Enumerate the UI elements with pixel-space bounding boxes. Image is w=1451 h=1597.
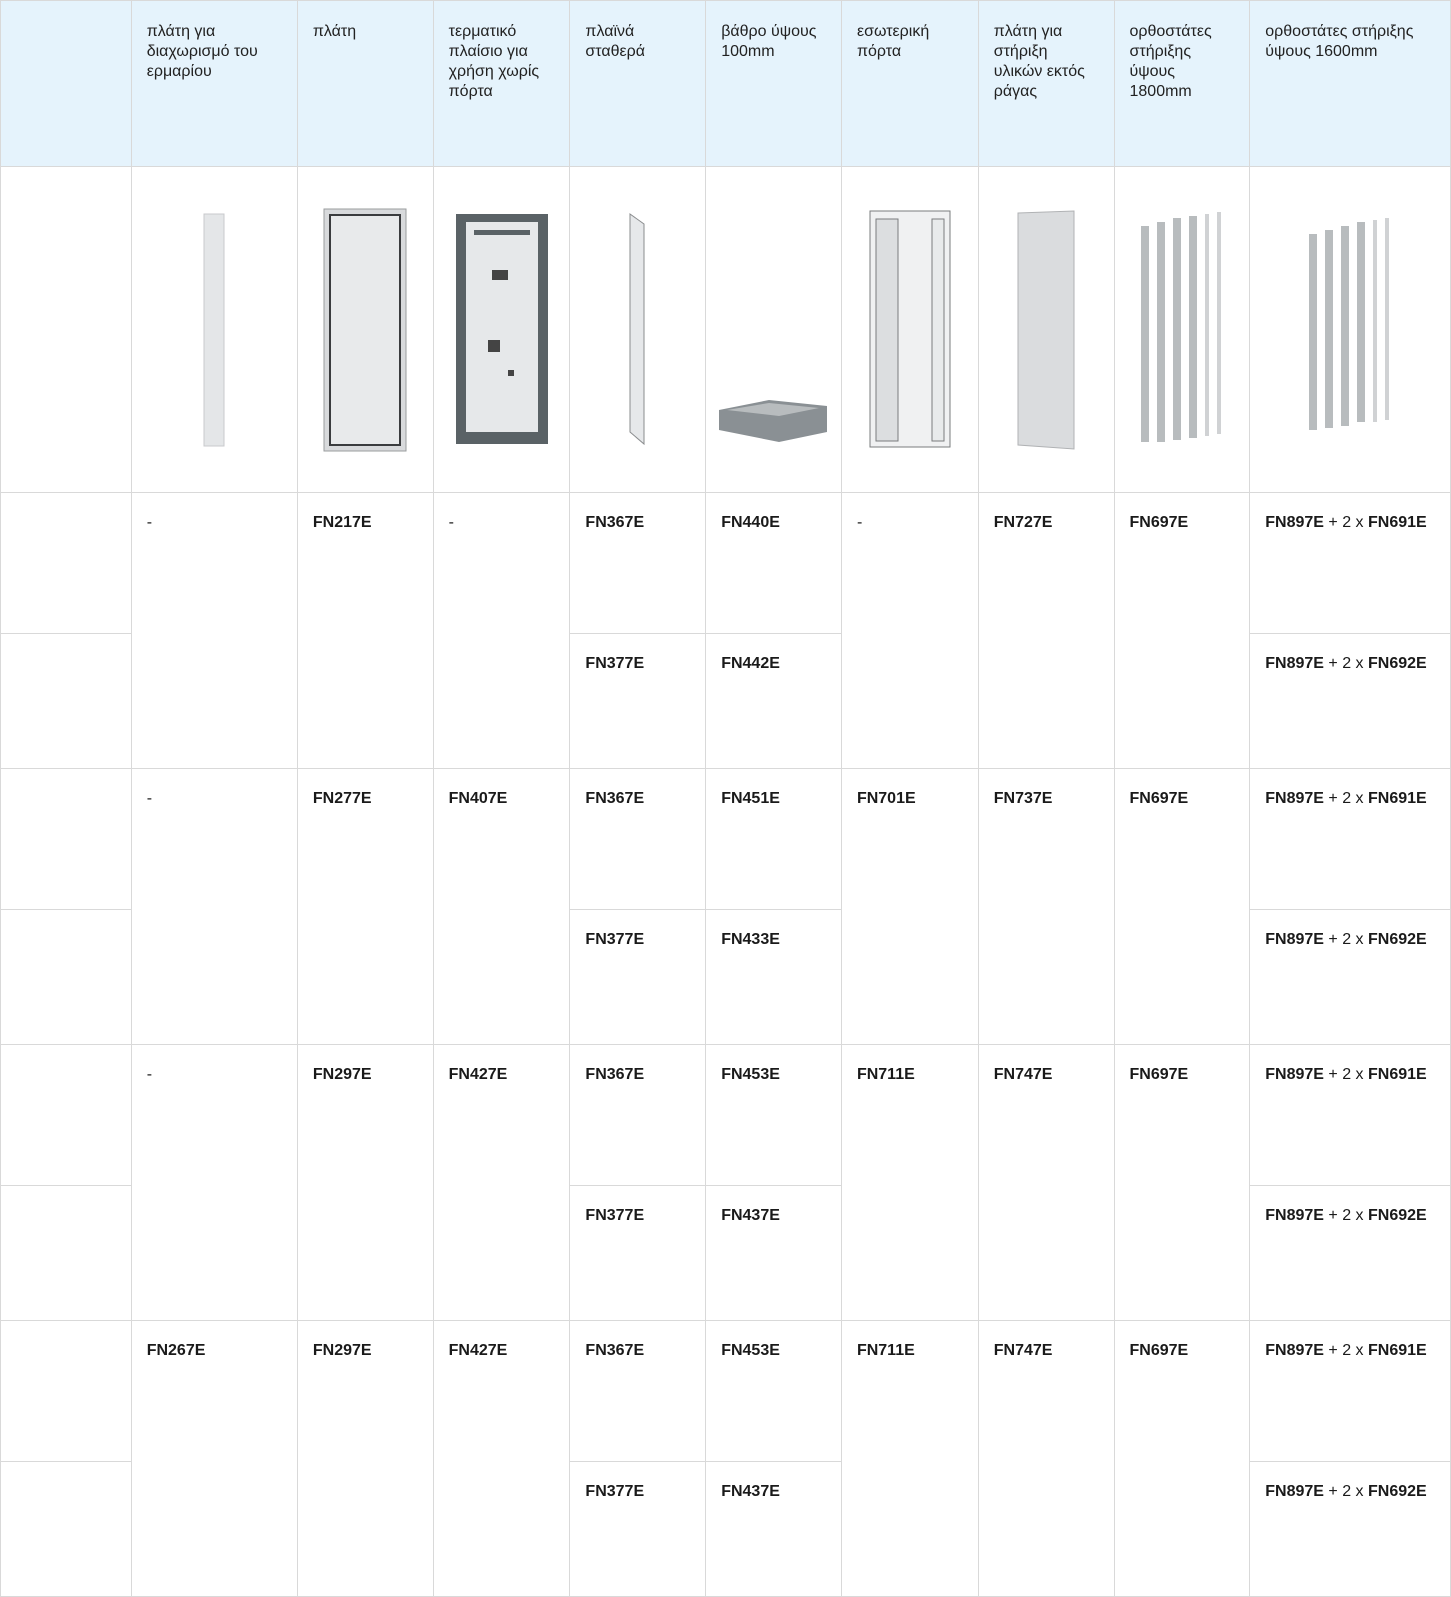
uprights-1800-image bbox=[1113, 166, 1251, 493]
upr1600-code: FN897E + 2 x FN691E bbox=[1249, 492, 1451, 634]
upr1600-code: FN897E + 2 x FN691E bbox=[1249, 1320, 1451, 1462]
base-code: FN453E bbox=[705, 1320, 842, 1462]
mounting-plate-image bbox=[977, 166, 1115, 493]
terminal-code: FN427E bbox=[432, 1044, 571, 1321]
back-code: FN297E bbox=[296, 1044, 434, 1321]
uprights-1600-image bbox=[1249, 166, 1451, 493]
terminal-code: FN407E bbox=[432, 768, 571, 1045]
row-label bbox=[0, 768, 132, 910]
row-label bbox=[0, 1461, 132, 1597]
internal-door-image bbox=[840, 166, 979, 493]
upr1600-code: FN897E + 2 x FN692E bbox=[1249, 633, 1451, 769]
base-code: FN440E bbox=[705, 492, 842, 634]
partition-code: FN267E bbox=[130, 1320, 298, 1597]
upr1600-code: FN897E + 2 x FN691E bbox=[1249, 768, 1451, 910]
door-code: FN711E bbox=[840, 1320, 979, 1597]
row-label bbox=[0, 1044, 132, 1186]
back-code: FN277E bbox=[296, 768, 434, 1045]
base-code: FN442E bbox=[705, 633, 842, 769]
base-code: FN437E bbox=[705, 1185, 842, 1321]
mount-code: FN747E bbox=[977, 1320, 1115, 1597]
table-row: - FN297E FN427E FN367E FN453E FN711E FN7… bbox=[0, 1044, 1451, 1321]
terminal-code: - bbox=[432, 492, 571, 769]
header-back: πλάτη bbox=[296, 0, 434, 167]
door-code: FN701E bbox=[840, 768, 979, 1045]
base-code: FN451E bbox=[705, 768, 842, 910]
partition-code: - bbox=[130, 768, 298, 1045]
upr1600-code: FN897E + 2 x FN692E bbox=[1249, 1185, 1451, 1321]
table-row: - FN217E - FN367E FN440E - FN727E FN697E… bbox=[0, 492, 1451, 769]
partition-panel-image bbox=[130, 166, 298, 493]
header-blank bbox=[0, 0, 132, 167]
back-code: FN217E bbox=[296, 492, 434, 769]
partition-code: - bbox=[130, 492, 298, 769]
header-upr1800: ορθοστάτες στήριξης ύψους 1800mm bbox=[1113, 0, 1251, 167]
partition-code: - bbox=[130, 1044, 298, 1321]
side-code: FN367E bbox=[569, 1320, 707, 1462]
header-partition: πλάτη για διαχωρισμό του ερμαρίου bbox=[130, 0, 298, 167]
door-code: - bbox=[840, 492, 979, 769]
door-code: FN711E bbox=[840, 1044, 979, 1321]
terminal-frame-image bbox=[432, 166, 571, 493]
side-code: FN367E bbox=[569, 492, 707, 634]
upr1600-code: FN897E + 2 x FN692E bbox=[1249, 909, 1451, 1045]
upr1600-code: FN897E + 2 x FN692E bbox=[1249, 1461, 1451, 1597]
accessories-table: πλάτη για διαχωρισμό του ερμαρίου πλάτη … bbox=[0, 0, 1451, 1597]
base-code: FN433E bbox=[705, 909, 842, 1045]
header-row: πλάτη για διαχωρισμό του ερμαρίου πλάτη … bbox=[0, 0, 1451, 167]
row-label bbox=[0, 633, 132, 769]
upr1600-code: FN897E + 2 x FN691E bbox=[1249, 1044, 1451, 1186]
header-door: εσωτερική πόρτα bbox=[840, 0, 979, 167]
table-row: FN267E FN297E FN427E FN367E FN453E FN711… bbox=[0, 1320, 1451, 1597]
side-code: FN367E bbox=[569, 768, 707, 910]
side-code: FN377E bbox=[569, 633, 707, 769]
terminal-code: FN427E bbox=[432, 1320, 571, 1597]
mount-code: FN727E bbox=[977, 492, 1115, 769]
upr1800-code: FN697E bbox=[1113, 1044, 1251, 1321]
mount-code: FN747E bbox=[977, 1044, 1115, 1321]
header-upr1600: ορθοστάτες στήριξης ύψους 1600mm bbox=[1249, 0, 1451, 167]
image-blank bbox=[0, 166, 132, 493]
mount-code: FN737E bbox=[977, 768, 1115, 1045]
image-row bbox=[0, 166, 1451, 493]
back-panel-image bbox=[296, 166, 434, 493]
row-label bbox=[0, 1320, 132, 1462]
side-code: FN377E bbox=[569, 1185, 707, 1321]
header-mount: πλάτη για στήριξη υλικών εκτός ράγας bbox=[977, 0, 1115, 167]
header-side: πλαϊνά σταθερά bbox=[569, 0, 707, 167]
side-panel-image bbox=[569, 166, 707, 493]
upr1800-code: FN697E bbox=[1113, 768, 1251, 1045]
header-terminal: τερματικό πλαίσιο για χρήση χωρίς πόρτα bbox=[432, 0, 571, 167]
row-label bbox=[0, 492, 132, 634]
upr1800-code: FN697E bbox=[1113, 1320, 1251, 1597]
plinth-image bbox=[705, 166, 842, 493]
row-label bbox=[0, 909, 132, 1045]
upr1800-code: FN697E bbox=[1113, 492, 1251, 769]
row-label bbox=[0, 1185, 132, 1321]
base-code: FN453E bbox=[705, 1044, 842, 1186]
header-base: βάθρο ύψους 100mm bbox=[705, 0, 842, 167]
side-code: FN377E bbox=[569, 1461, 707, 1597]
table-row: - FN277E FN407E FN367E FN451E FN701E FN7… bbox=[0, 768, 1451, 1045]
base-code: FN437E bbox=[705, 1461, 842, 1597]
side-code: FN367E bbox=[569, 1044, 707, 1186]
back-code: FN297E bbox=[296, 1320, 434, 1597]
side-code: FN377E bbox=[569, 909, 707, 1045]
